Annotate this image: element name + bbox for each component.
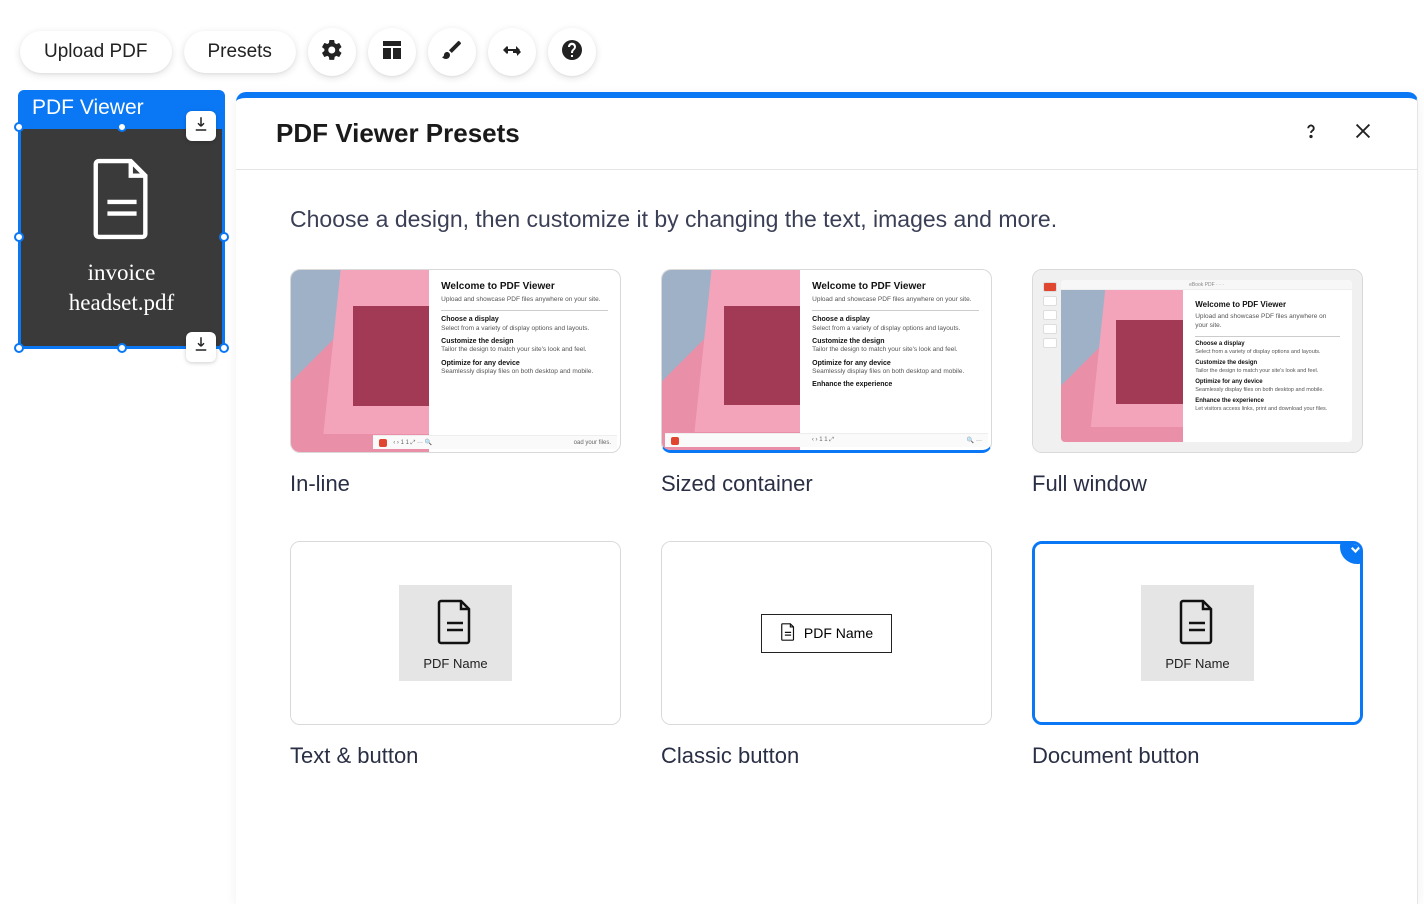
- preset-inline[interactable]: Welcome to PDF Viewer Upload and showcas…: [290, 269, 621, 497]
- preset-classic-button[interactable]: PDF Name Classic button: [661, 541, 992, 769]
- widget-filename: invoice headset.pdf: [31, 258, 212, 318]
- layout-icon: [380, 38, 404, 67]
- preset-document-button[interactable]: PDF Name Document button: [1032, 541, 1363, 769]
- panel-title: PDF Viewer Presets: [276, 118, 520, 149]
- close-icon: [1352, 120, 1374, 147]
- help-button[interactable]: [548, 28, 596, 76]
- selection-handle[interactable]: [14, 122, 24, 132]
- preset-grid: Welcome to PDF Viewer Upload and showcas…: [290, 269, 1363, 769]
- selection-handle[interactable]: [14, 232, 24, 242]
- selection-handle[interactable]: [219, 343, 229, 353]
- preset-label: Sized container: [661, 471, 992, 497]
- layout-button[interactable]: [368, 28, 416, 76]
- preset-text-and-button[interactable]: PDF Name Text & button: [290, 541, 621, 769]
- presets-panel: PDF Viewer Presets Choose a design, then…: [236, 92, 1418, 904]
- panel-subtitle: Choose a design, then customize it by ch…: [290, 206, 1363, 233]
- question-icon: [1300, 120, 1322, 147]
- download-icon: [192, 335, 210, 358]
- download-button-bottom[interactable]: [186, 332, 216, 362]
- selection-handle[interactable]: [14, 343, 24, 353]
- pdf-name-label: PDF Name: [1165, 656, 1229, 671]
- selection-handle[interactable]: [117, 122, 127, 132]
- presets-button[interactable]: Presets: [184, 31, 296, 73]
- top-toolbar: Upload PDF Presets: [20, 28, 596, 76]
- download-button[interactable]: [186, 111, 216, 141]
- gear-icon: [320, 38, 344, 67]
- stretch-button[interactable]: [488, 28, 536, 76]
- upload-pdf-button[interactable]: Upload PDF: [20, 31, 172, 73]
- file-icon: [1165, 599, 1229, 650]
- file-icon: [31, 157, 212, 246]
- help-circle-icon: [560, 38, 584, 67]
- file-icon: [423, 599, 487, 650]
- preset-label: Document button: [1032, 743, 1363, 769]
- preset-sized-container[interactable]: Welcome to PDF Viewer Upload and showcas…: [661, 269, 992, 497]
- preset-label: Classic button: [661, 743, 992, 769]
- pdf-name-label: PDF Name: [804, 625, 873, 641]
- preset-label: Text & button: [290, 743, 621, 769]
- file-icon: [780, 623, 796, 644]
- settings-button[interactable]: [308, 28, 356, 76]
- download-icon: [192, 115, 210, 138]
- preset-label: In-line: [290, 471, 621, 497]
- panel-close-button[interactable]: [1349, 120, 1377, 148]
- panel-help-button[interactable]: [1297, 120, 1325, 148]
- brush-icon: [440, 38, 464, 67]
- design-button[interactable]: [428, 28, 476, 76]
- selection-handle[interactable]: [117, 343, 127, 353]
- panel-header: PDF Viewer Presets: [236, 98, 1417, 170]
- pdf-name-label: PDF Name: [423, 656, 487, 671]
- selection-handle[interactable]: [219, 232, 229, 242]
- widget-title: PDF Viewer: [32, 96, 144, 119]
- pdf-viewer-widget[interactable]: PDF Viewer invoice headset.pdf: [18, 90, 225, 349]
- preset-full-window[interactable]: eBook PDF · · · Welcome to PDF Viewer Up…: [1032, 269, 1363, 497]
- horizontal-resize-icon: [500, 38, 524, 67]
- preset-label: Full window: [1032, 471, 1363, 497]
